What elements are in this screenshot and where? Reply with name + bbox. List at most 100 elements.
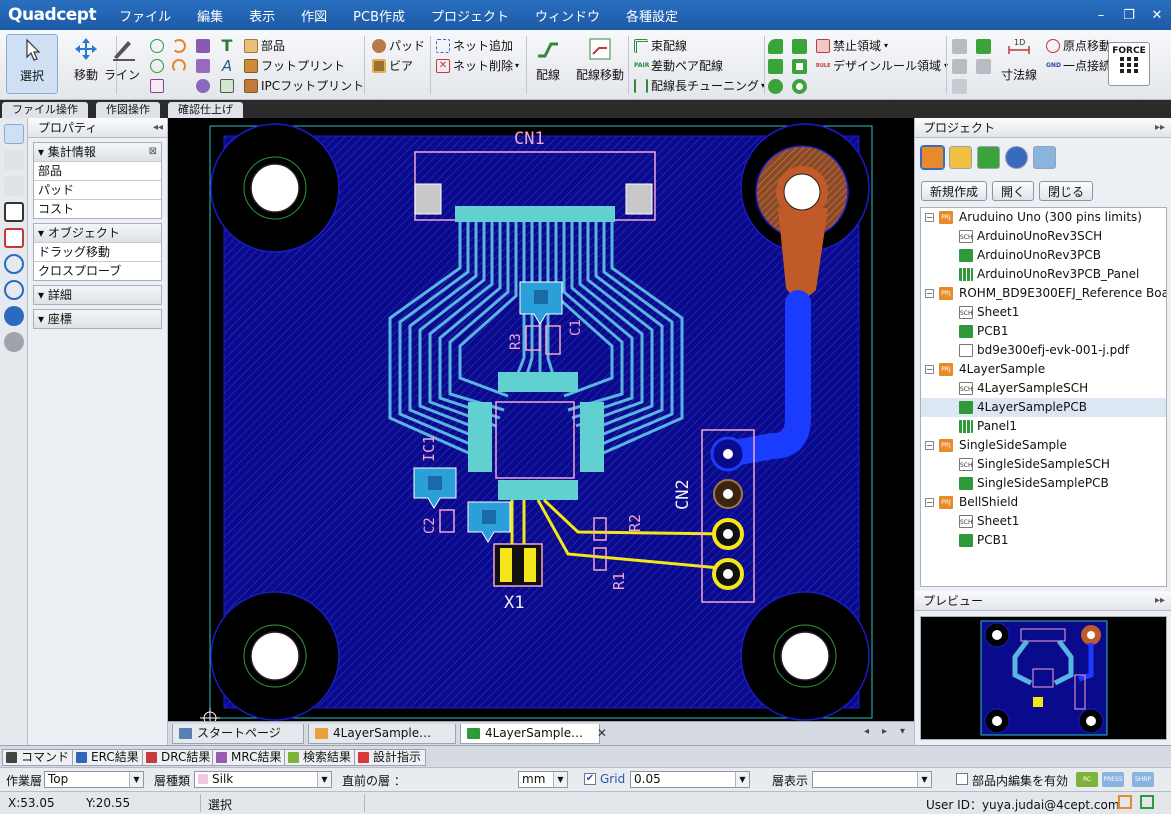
forward-arrow-icon[interactable] [4, 176, 24, 196]
circle-2-tool[interactable] [150, 36, 167, 56]
tree-item[interactable]: SCH 4LayerSampleSCH [921, 379, 1166, 398]
tab-drc-results[interactable]: DRC結果 [142, 749, 216, 766]
grid-view-icon[interactable] [1033, 146, 1056, 169]
zoom-out-icon[interactable] [4, 280, 24, 300]
menu-file[interactable]: ファイル [106, 6, 184, 25]
gray-tool-2[interactable] [952, 56, 967, 76]
net-delete-button[interactable]: ✕ ネット削除 ▾ [436, 56, 519, 76]
library-icon[interactable] [949, 146, 972, 169]
menu-settings[interactable]: 各種設定 [613, 6, 691, 25]
gray-tool-3[interactable] [976, 56, 991, 76]
wiring-move-button[interactable]: 配線移動 [574, 34, 626, 94]
tab-erc-results[interactable]: ERC結果 [72, 749, 144, 766]
green-tool-5[interactable] [768, 76, 783, 96]
keepout-button[interactable]: 禁止領域 ▾ [816, 36, 888, 56]
pad-button[interactable]: パッド [372, 36, 425, 56]
shrp-icon[interactable]: SHRP [1132, 772, 1154, 787]
tree-item[interactable]: − PRJ 4LayerSample [921, 360, 1166, 379]
coordinate-section-header[interactable]: ▾ 座標 [34, 310, 161, 328]
green-tool-3[interactable] [768, 56, 783, 76]
expand-icon[interactable]: ▸▸ [1155, 591, 1165, 611]
collapse-toggle-icon[interactable]: − [925, 441, 934, 450]
tree-item[interactable]: SingleSideSamplePCB [921, 474, 1166, 493]
length-tuning-button[interactable]: 配線長チューニング▾ [634, 76, 765, 96]
net-add-button[interactable]: ネット追加 [436, 36, 513, 56]
single-point-connect-button[interactable]: GND 一点接続 [1046, 56, 1111, 76]
tab-mrc-results[interactable]: MRC結果 [212, 749, 287, 766]
polygon-tool[interactable] [196, 36, 213, 56]
collapse-toggle-icon[interactable]: − [925, 498, 934, 507]
layer-display-select[interactable]: ▼ [812, 771, 932, 788]
gear-gray-icon[interactable] [4, 332, 24, 352]
part-edit-checkbox[interactable] [956, 773, 968, 785]
tab-scroll-left-icon[interactable]: ◂ [864, 726, 869, 737]
tab-command[interactable]: コマンド [2, 749, 75, 766]
doc-tab-start-page[interactable]: スタートページ [172, 724, 304, 744]
minimize-button[interactable]: – [1087, 8, 1115, 23]
tree-item[interactable]: Panel1 [921, 417, 1166, 436]
via-button[interactable]: ビア [372, 56, 413, 76]
tree-item[interactable]: − PRJ SingleSideSample [921, 436, 1166, 455]
unit-select[interactable]: mm ▼ [518, 771, 568, 788]
tree-item[interactable]: PCB1 [921, 322, 1166, 341]
menu-edit[interactable]: 編集 [184, 6, 236, 25]
tab-draw-ops[interactable]: 作図操作 [96, 102, 160, 118]
text-tool[interactable]: T [220, 36, 237, 56]
menu-view[interactable]: 表示 [236, 6, 288, 25]
collapse-icon[interactable]: ◂◂ [153, 118, 163, 138]
object-section-header[interactable]: ▾ オブジェクト [34, 224, 161, 242]
project-view-icon[interactable] [920, 145, 945, 170]
summary-item-cost[interactable]: コスト [34, 199, 161, 218]
tab-file-ops[interactable]: ファイル操作 [2, 102, 88, 118]
text-style-tool[interactable]: A [220, 56, 237, 76]
bundle-wiring-button[interactable]: 束配線 [634, 36, 687, 56]
select-button[interactable]: 選択 [6, 34, 58, 94]
fit-view-icon[interactable] [4, 228, 24, 248]
tree-item[interactable]: SCH ArduinoUnoRev3SCH [921, 227, 1166, 246]
maximize-button[interactable]: ❐ [1115, 8, 1143, 23]
ellipse-tool[interactable] [196, 76, 213, 96]
tree-item[interactable]: bd9e300efj-evk-001-j.pdf [921, 341, 1166, 360]
collapse-toggle-icon[interactable]: − [925, 289, 934, 298]
green-tool-6[interactable] [792, 76, 807, 96]
tree-item[interactable]: PCB1 [921, 531, 1166, 550]
image-tool[interactable] [220, 76, 237, 96]
menu-window[interactable]: ウィンドウ [522, 6, 613, 25]
database-icon[interactable] [1005, 146, 1028, 169]
summary-section-header[interactable]: ▾ 集計情報 ⊠ [34, 143, 161, 161]
arc2-tool[interactable] [172, 56, 189, 76]
select-cursor-icon[interactable] [4, 124, 24, 144]
tree-item[interactable]: ArduinoUnoRev3PCB_Panel [921, 265, 1166, 284]
menu-project[interactable]: プロジェクト [418, 6, 522, 25]
diff-pair-button[interactable]: PAIR 差動ペア配線 [634, 56, 723, 76]
origin-move-button[interactable]: 原点移動 [1046, 36, 1111, 56]
circle-3-tool[interactable] [150, 56, 167, 76]
green-tool-1[interactable] [768, 36, 783, 56]
preview-viewport[interactable] [920, 616, 1167, 740]
tree-item[interactable]: − PRJ BellShield [921, 493, 1166, 512]
expand-icon[interactable]: ▸▸ [1155, 118, 1165, 138]
tree-item[interactable]: ArduinoUnoRev3PCB [921, 246, 1166, 265]
tab-search-results[interactable]: 検索結果 [284, 749, 357, 766]
doc-tab-4layer-sch[interactable]: 4LayerSample… [308, 724, 456, 744]
tree-item[interactable]: − PRJ Aruduino Uno (300 pins limits) [921, 208, 1166, 227]
pencil-tool[interactable] [150, 76, 167, 96]
tree-item[interactable]: 4LayerSamplePCB [921, 398, 1166, 417]
design-rule-area-button[interactable]: RULEデザインルール領域▾ [816, 56, 948, 76]
doc-tab-4layer-pcb[interactable]: 4LayerSample… ✕ [460, 724, 607, 744]
collapse-toggle-icon[interactable]: − [925, 365, 934, 374]
object-item-drag-move[interactable]: ドラッグ移動 [34, 242, 161, 261]
close-button[interactable]: ✕ [1143, 8, 1171, 23]
pin-icon[interactable]: ⊠ [149, 143, 157, 161]
green-tool-7[interactable] [976, 36, 991, 56]
pcb-canvas[interactable]: CN1 IC1 R3 C1 C2 X1 R2 R1 CN2 [168, 118, 914, 721]
green-tool-2[interactable] [792, 36, 807, 56]
work-layer-select[interactable]: Top ▼ [44, 771, 144, 788]
rect-tool[interactable] [196, 56, 213, 76]
rc-icon[interactable]: RC [1076, 772, 1098, 787]
tab-scroll-right-icon[interactable]: ▸ [882, 726, 887, 737]
menu-draw[interactable]: 作図 [288, 6, 340, 25]
gray-tool-1[interactable] [952, 36, 967, 56]
gray-tool-4[interactable] [952, 76, 967, 96]
wiring-button[interactable]: 配線 [530, 34, 566, 94]
